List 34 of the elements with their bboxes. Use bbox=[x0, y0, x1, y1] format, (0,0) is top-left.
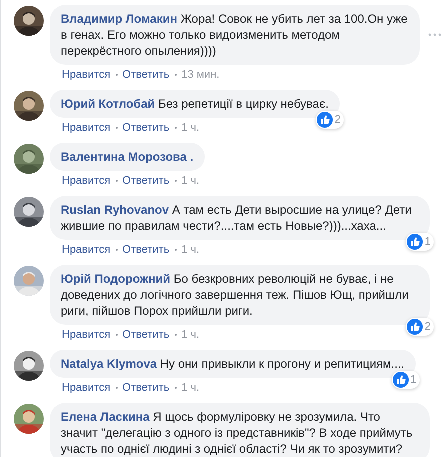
author-name[interactable]: Natalya Klymova bbox=[61, 357, 158, 371]
reaction-count: 1 bbox=[424, 235, 431, 250]
reaction-count: 2 bbox=[424, 320, 431, 335]
author-name[interactable]: Юрій Подорожний bbox=[61, 272, 171, 286]
like-icon bbox=[406, 234, 423, 250]
reply-link[interactable]: Ответить bbox=[122, 382, 170, 394]
like-link[interactable]: Нравится bbox=[62, 382, 111, 394]
comment-text: Ruslan Ryhovanov А там есть Дети выросшие на улице? Дети жившие по правилам чести?....там есть Новые?)))...хаха... bbox=[61, 203, 412, 233]
comment-text: Natalya Klymova Ну они привыкли к прогону и репитициям.... bbox=[61, 357, 405, 371]
like-icon bbox=[406, 319, 423, 335]
like-icon bbox=[316, 112, 333, 128]
reply-link[interactable]: Ответить bbox=[122, 329, 170, 341]
author-name[interactable]: Валентина Морозова . bbox=[61, 150, 194, 164]
like-link[interactable]: Нравится bbox=[62, 122, 111, 134]
reaction-count: 2 bbox=[334, 113, 341, 128]
like-link[interactable]: Нравится bbox=[62, 244, 111, 256]
like-link[interactable]: Нравится bbox=[62, 175, 111, 187]
reply-link[interactable]: Ответить bbox=[122, 69, 170, 81]
reply-link[interactable]: Ответить bbox=[122, 175, 170, 187]
comment-text: Владимир Ломакин Жора! Совок не убить лет за 100.Он уже в генах. Его можно только видоизменить методом перекрёстного опыления)))) bbox=[61, 12, 408, 58]
comment-text: Юрий Котлобай Без репетиції в цирку небуває. bbox=[61, 97, 329, 111]
author-name[interactable]: Юрий Котлобай bbox=[61, 97, 156, 111]
author-name[interactable]: Ruslan Ryhovanov bbox=[61, 203, 170, 217]
like-link[interactable]: Нравится bbox=[62, 69, 111, 81]
author-name[interactable]: Владимир Ломакин bbox=[61, 12, 178, 26]
like-icon bbox=[392, 372, 409, 388]
comment-text: Юрій Подорожний Бо безкровних революцій не буває, і не доведених до логічного завершення теж. Пішов Ющ, прийшли риги, пійшов Порох прийшли риги. bbox=[61, 272, 409, 318]
comment-text: Елена Ласкина Я щось формуліровку не зрозумила. Что значит "делегацію з одного із представників"? В ходе приймуть участь по однієї людині з однієї області? Чи як то зрозумити? bbox=[61, 410, 413, 456]
reaction-count: 1 bbox=[410, 373, 417, 388]
like-link[interactable]: Нравится bbox=[62, 329, 111, 341]
author-name[interactable]: Елена Ласкина bbox=[61, 410, 150, 424]
reply-link[interactable]: Ответить bbox=[122, 244, 170, 256]
more-icon[interactable] bbox=[428, 33, 442, 37]
reply-link[interactable]: Ответить bbox=[122, 122, 170, 134]
